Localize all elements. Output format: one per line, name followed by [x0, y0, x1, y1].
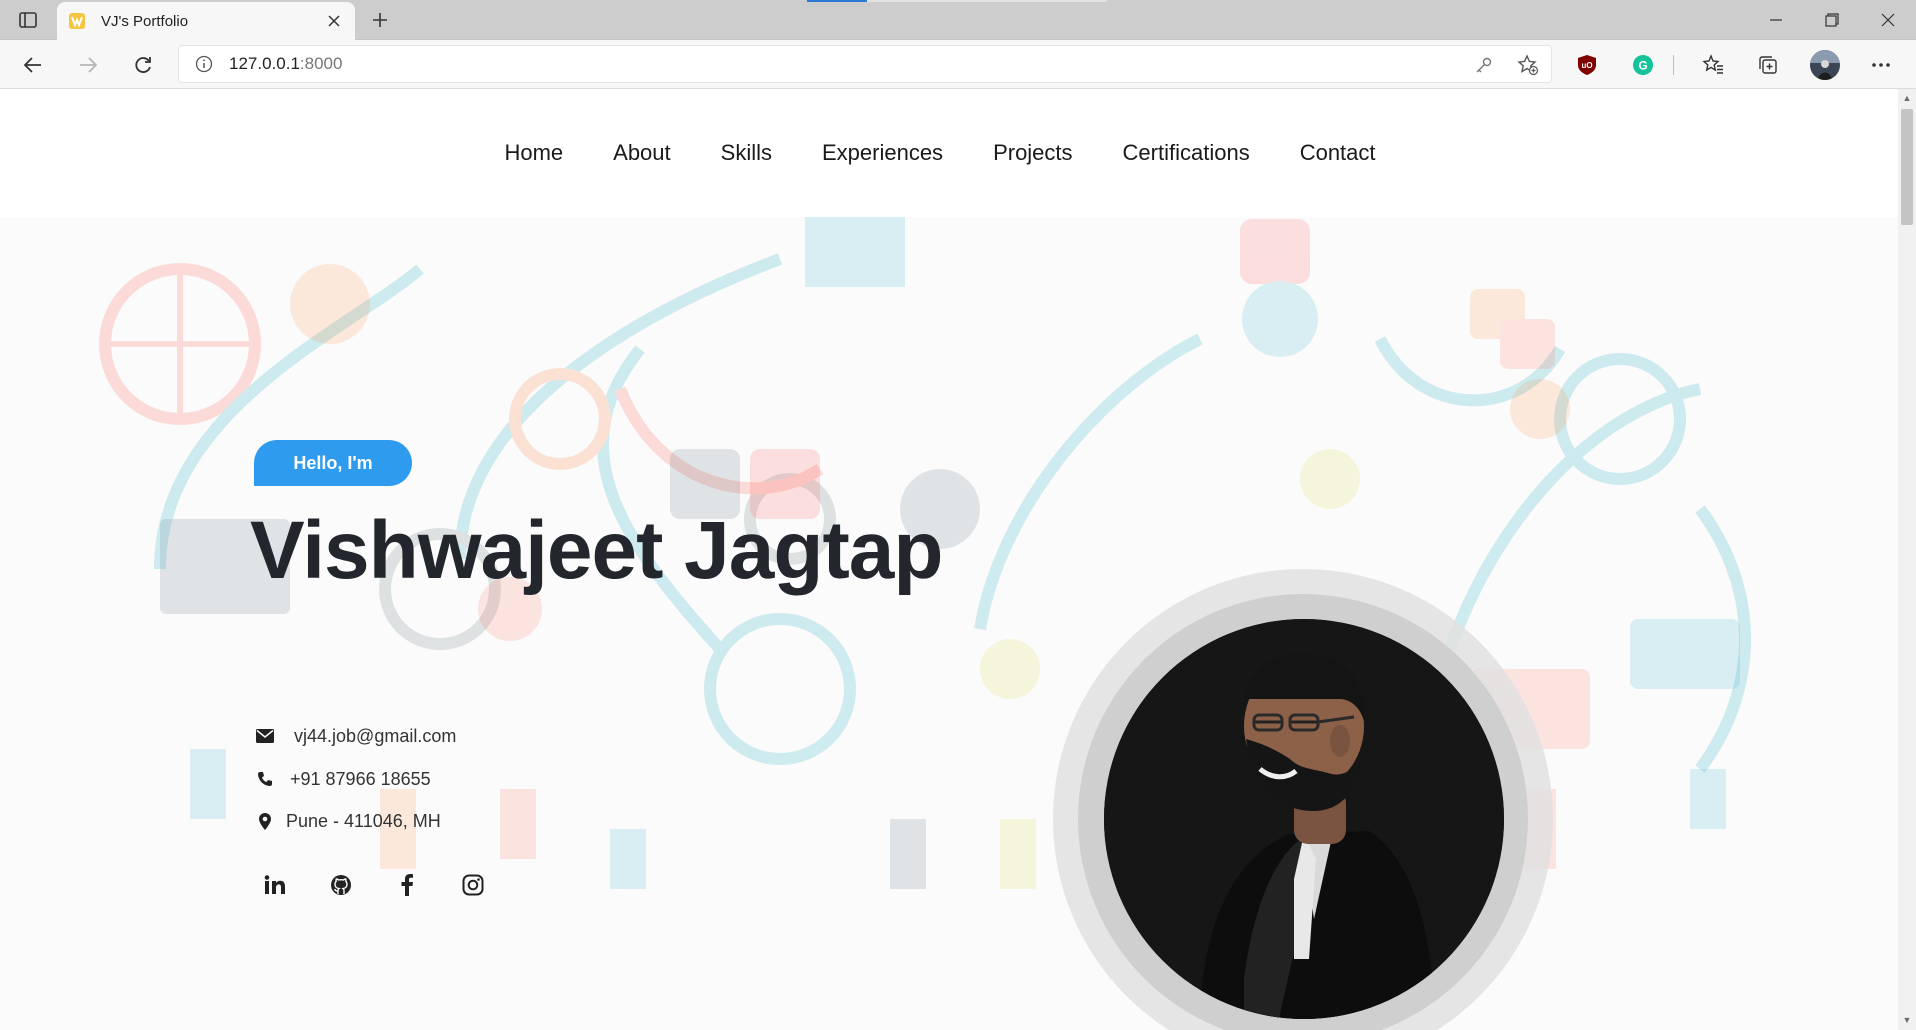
- email-text[interactable]: vj44.job@gmail.com: [294, 726, 456, 747]
- page-scrollbar[interactable]: ▲ ▼: [1898, 89, 1916, 1030]
- facebook-icon[interactable]: [394, 872, 420, 898]
- url-host: 127.0.0.1: [229, 54, 300, 73]
- address-bar[interactable]: 127.0.0.1:8000: [178, 45, 1552, 83]
- tab-close-icon[interactable]: [323, 10, 345, 32]
- active-tab[interactable]: VJ's Portfolio: [57, 2, 355, 40]
- svg-text:G: G: [1638, 59, 1647, 73]
- site-info-icon[interactable]: [193, 53, 215, 75]
- scroll-down-arrow-icon[interactable]: ▼: [1902, 1015, 1912, 1025]
- collections-icon[interactable]: [1751, 48, 1785, 82]
- toolbar-separator: [1673, 55, 1674, 75]
- phone-text[interactable]: +91 87966 18655: [290, 769, 431, 790]
- svg-text:uO: uO: [1581, 61, 1592, 70]
- github-icon[interactable]: [328, 872, 354, 898]
- site-nav: Home About Skills Experiences Projects C…: [0, 89, 1898, 217]
- tab-loading-track: [867, 0, 1107, 2]
- map-marker-icon: [254, 810, 276, 832]
- profile-avatar-icon[interactable]: [1808, 48, 1842, 82]
- minimize-icon[interactable]: [1748, 0, 1804, 40]
- linkedin-icon[interactable]: [262, 872, 288, 898]
- nav-certifications[interactable]: Certifications: [1123, 140, 1250, 165]
- location-text: Pune - 411046, MH: [286, 810, 441, 831]
- nav-home[interactable]: Home: [504, 140, 563, 165]
- phone-line: +91 87966 18655: [254, 768, 431, 790]
- refresh-icon[interactable]: [126, 48, 160, 82]
- add-favorite-icon[interactable]: [1515, 52, 1541, 78]
- location-line: Pune - 411046, MH: [254, 810, 441, 832]
- nav-about[interactable]: About: [613, 140, 671, 165]
- profile-photo: [1104, 619, 1504, 1019]
- site-favicon-icon: [67, 11, 87, 31]
- url-port: :8000: [299, 54, 343, 73]
- nav-contact[interactable]: Contact: [1300, 140, 1376, 165]
- social-links: [262, 872, 486, 898]
- key-icon[interactable]: [1471, 52, 1497, 78]
- instagram-icon[interactable]: [460, 872, 486, 898]
- close-window-icon[interactable]: [1860, 0, 1916, 40]
- scrollbar-thumb[interactable]: [1901, 109, 1913, 225]
- nav-skills[interactable]: Skills: [721, 140, 772, 165]
- hero-section: Hello, I'm Vishwajeet Jagtap vj44.job@gm…: [0, 217, 1898, 1030]
- tab-actions-icon[interactable]: [12, 6, 44, 34]
- browser-toolbar: 127.0.0.1:8000 uO G: [0, 40, 1916, 89]
- forward-arrow-icon[interactable]: [71, 48, 105, 82]
- hero-name: Vishwajeet Jagtap: [250, 505, 943, 596]
- favorites-icon[interactable]: [1696, 48, 1730, 82]
- restore-icon[interactable]: [1804, 0, 1860, 40]
- scroll-up-arrow-icon[interactable]: ▲: [1902, 93, 1912, 103]
- page-viewport: Home About Skills Experiences Projects C…: [0, 89, 1898, 1030]
- tab-title: VJ's Portfolio: [101, 12, 189, 30]
- nav-projects[interactable]: Projects: [993, 140, 1072, 165]
- ublock-icon[interactable]: uO: [1570, 48, 1604, 82]
- back-arrow-icon[interactable]: [16, 48, 50, 82]
- window-controls: [1748, 0, 1916, 40]
- nav-experiences[interactable]: Experiences: [822, 140, 943, 165]
- new-tab-icon[interactable]: [364, 6, 396, 34]
- greeting-badge: Hello, I'm: [254, 440, 412, 486]
- tab-loading-bar: [807, 0, 867, 2]
- envelope-icon: [254, 725, 276, 747]
- phone-icon: [254, 768, 276, 790]
- email-line: vj44.job@gmail.com: [254, 725, 456, 747]
- grammarly-icon[interactable]: G: [1626, 48, 1660, 82]
- tab-strip: VJ's Portfolio: [0, 0, 1916, 40]
- more-options-icon[interactable]: [1864, 48, 1898, 82]
